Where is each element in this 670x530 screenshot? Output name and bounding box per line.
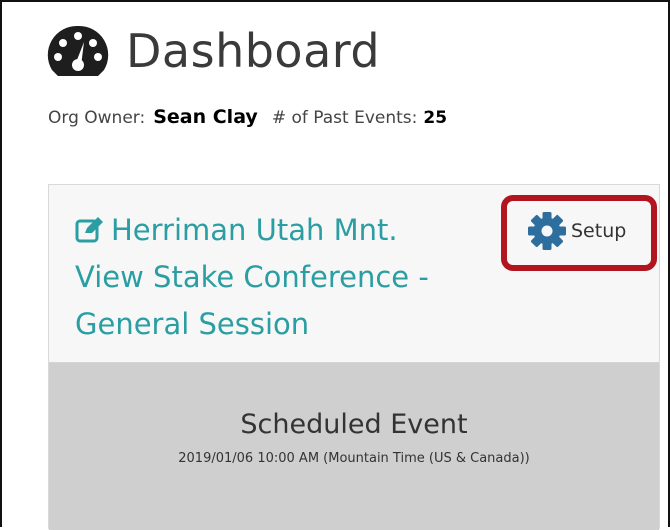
event-card-header: Herriman Utah Mnt. View Stake Conference… — [49, 185, 659, 363]
owner-name: Sean Clay — [153, 106, 258, 128]
dashboard-gauge-icon — [47, 25, 109, 76]
event-card-body: Scheduled Event 2019/01/06 10:00 AM (Mou… — [49, 363, 659, 530]
org-meta: Org Owner: Sean Clay # of Past Events: 2… — [48, 106, 447, 128]
event-datetime: 2019/01/06 10:00 AM (Mountain Time (US &… — [178, 451, 530, 466]
events-count: 25 — [423, 108, 448, 128]
event-title-link[interactable]: Herriman Utah Mnt. View Stake Conference… — [75, 207, 475, 348]
edit-icon — [75, 217, 103, 243]
owner-label: Org Owner: — [48, 108, 146, 128]
page-header: Dashboard — [46, 20, 380, 82]
screenshot-frame: Dashboard Org Owner: Sean Clay # of Past… — [0, 0, 670, 530]
events-label: # of Past Events: — [271, 108, 418, 128]
page-title: Dashboard — [126, 24, 381, 78]
event-status: Scheduled Event — [240, 409, 468, 440]
event-card: Herriman Utah Mnt. View Stake Conference… — [48, 184, 660, 530]
setup-highlight-box — [501, 195, 657, 271]
event-title-text: Herriman Utah Mnt. View Stake Conference… — [75, 213, 429, 341]
